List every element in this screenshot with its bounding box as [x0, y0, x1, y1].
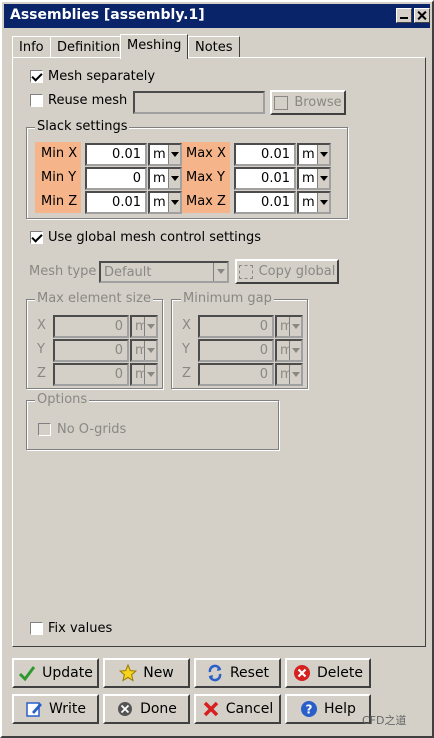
mes-y-input[interactable]: 0: [53, 339, 129, 362]
help-icon: ?: [301, 701, 318, 717]
min-y-label: Min Y: [41, 170, 77, 185]
gap-y-input[interactable]: 0: [198, 339, 274, 362]
minimize-button[interactable]: [396, 8, 412, 23]
chevron-down-icon[interactable]: [144, 317, 156, 336]
chevron-down-icon[interactable]: [317, 193, 329, 212]
max-element-size-title: Max element size: [35, 291, 153, 306]
new-button[interactable]: New: [103, 658, 190, 688]
copy-global-button[interactable]: Copy global: [235, 259, 339, 284]
cancel-button[interactable]: Cancel: [194, 694, 281, 724]
done-button[interactable]: Done: [103, 694, 190, 724]
chevron-down-icon[interactable]: [144, 365, 156, 384]
chevron-down-icon[interactable]: [168, 193, 180, 212]
min-x-input[interactable]: 0.01: [85, 143, 147, 166]
chevron-down-icon[interactable]: [317, 145, 329, 164]
gap-y-label: Y: [182, 342, 190, 357]
mes-x-label: X: [37, 318, 46, 333]
fix-values-checkbox[interactable]: [30, 622, 43, 635]
tab-meshing[interactable]: Meshing: [120, 34, 189, 59]
cancel-icon: [203, 701, 219, 717]
tab-info[interactable]: Info: [12, 36, 51, 58]
max-y-input[interactable]: 0.01: [234, 167, 296, 190]
reuse-mesh-field[interactable]: [133, 91, 265, 114]
delete-icon: [294, 665, 310, 681]
mes-y-unit-select[interactable]: m: [130, 339, 158, 362]
checkmark-icon: [19, 666, 36, 682]
fix-values-label: Fix values: [48, 621, 113, 636]
chevron-down-icon[interactable]: [289, 341, 301, 360]
done-icon: [118, 702, 133, 716]
close-button[interactable]: [414, 8, 430, 23]
min-y-unit-select[interactable]: m: [148, 167, 182, 190]
delete-button[interactable]: Delete: [285, 658, 371, 688]
help-button[interactable]: ? Help: [285, 694, 371, 724]
mesh-separately-label: Mesh separately: [48, 69, 156, 84]
tab-notes[interactable]: Notes: [188, 36, 240, 58]
max-x-label: Max X: [186, 146, 226, 161]
chevron-down-icon[interactable]: [317, 169, 329, 188]
mes-z-unit-select[interactable]: m: [130, 363, 158, 386]
mesh-separately-checkbox[interactable]: [30, 70, 43, 83]
min-x-unit-select[interactable]: m: [148, 143, 182, 166]
mes-x-unit-select[interactable]: m: [130, 315, 158, 338]
min-z-unit-select[interactable]: m: [148, 191, 182, 214]
reuse-mesh-label: Reuse mesh: [48, 93, 128, 108]
mes-y-label: Y: [37, 342, 45, 357]
max-y-label: Max Y: [186, 170, 225, 185]
no-ogrids-checkbox[interactable]: [38, 423, 51, 436]
title-bar[interactable]: Assemblies [assembly.1]: [4, 4, 430, 28]
mes-x-input[interactable]: 0: [53, 315, 129, 338]
update-button[interactable]: Update: [12, 658, 99, 688]
assemblies-dialog: Assemblies [assembly.1] Info Definition …: [0, 0, 434, 738]
max-x-input[interactable]: 0.01: [234, 143, 296, 166]
gap-x-input[interactable]: 0: [198, 315, 274, 338]
tab-definition[interactable]: Definition: [50, 36, 127, 58]
window-title: Assemblies [assembly.1]: [10, 7, 205, 23]
chevron-down-icon[interactable]: [289, 317, 301, 336]
min-z-label: Min Z: [41, 194, 78, 209]
gap-z-unit-select[interactable]: m: [275, 363, 303, 386]
mesh-type-select[interactable]: Default: [99, 261, 229, 283]
reset-button[interactable]: Reset: [194, 658, 281, 688]
max-x-unit-select[interactable]: m: [297, 143, 331, 166]
browse-button[interactable]: Browse: [270, 90, 346, 115]
copy-icon: [238, 264, 253, 279]
min-x-label: Min X: [41, 146, 78, 161]
max-z-label: Max Z: [186, 194, 226, 209]
reuse-mesh-checkbox[interactable]: [30, 94, 43, 107]
chevron-down-icon[interactable]: [289, 365, 301, 384]
mes-z-input[interactable]: 0: [53, 363, 129, 386]
minimum-gap-title: Minimum gap: [181, 291, 274, 306]
chevron-down-icon[interactable]: [144, 341, 156, 360]
refresh-icon: [208, 664, 222, 682]
no-ogrids-label: No O-grids: [57, 422, 127, 437]
max-z-input[interactable]: 0.01: [234, 191, 296, 214]
max-z-unit-select[interactable]: m: [297, 191, 331, 214]
write-icon: [26, 702, 43, 717]
watermark: CFD之道: [362, 714, 407, 727]
svg-text:?: ?: [306, 703, 313, 717]
min-y-input[interactable]: 0: [85, 167, 147, 190]
chevron-down-icon[interactable]: [213, 263, 227, 281]
min-z-input[interactable]: 0.01: [85, 191, 147, 214]
options-title: Options: [35, 392, 90, 407]
slack-settings-title: Slack settings: [35, 119, 130, 134]
gap-x-label: X: [182, 318, 191, 333]
mes-z-label: Z: [37, 366, 46, 381]
chevron-down-icon[interactable]: [168, 145, 180, 164]
use-global-checkbox[interactable]: [30, 231, 43, 244]
use-global-label: Use global mesh control settings: [48, 230, 262, 245]
browse-icon: [274, 95, 289, 110]
chevron-down-icon[interactable]: [168, 169, 180, 188]
gap-z-input[interactable]: 0: [198, 363, 274, 386]
max-y-unit-select[interactable]: m: [297, 167, 331, 190]
meshing-panel: Mesh separately Reuse mesh Browse Slack …: [12, 57, 426, 647]
star-icon: [119, 664, 138, 682]
write-button[interactable]: Write: [12, 694, 99, 724]
gap-x-unit-select[interactable]: m: [275, 315, 303, 338]
mesh-type-label: Mesh type: [29, 264, 97, 279]
gap-y-unit-select[interactable]: m: [275, 339, 303, 362]
gap-z-label: Z: [182, 366, 191, 381]
